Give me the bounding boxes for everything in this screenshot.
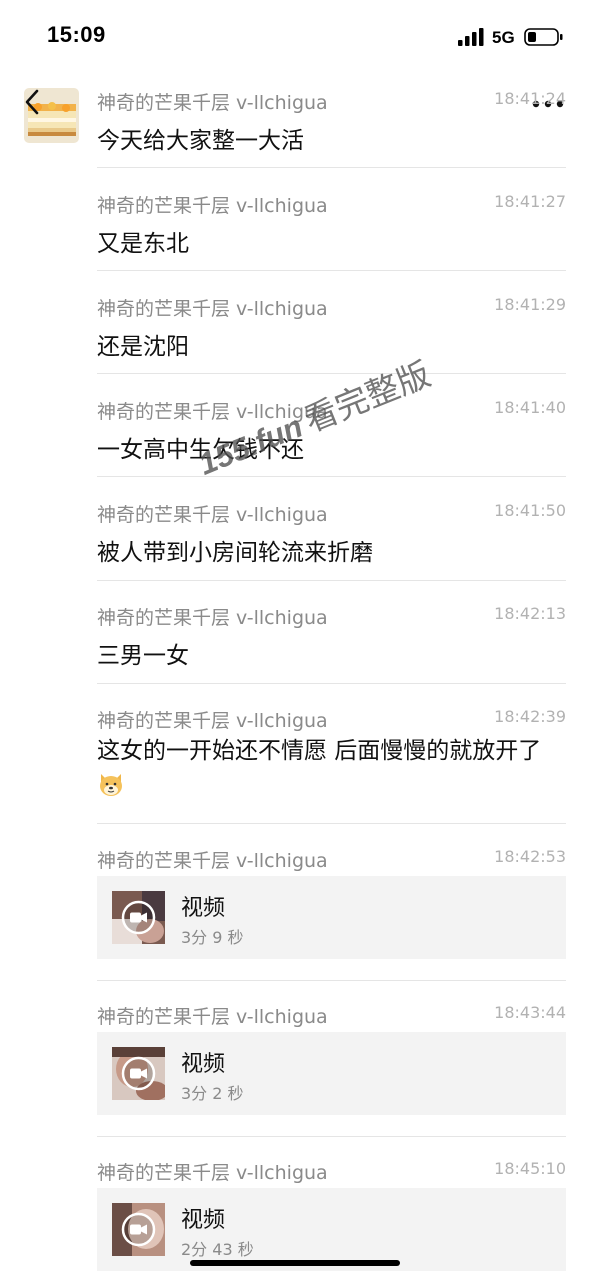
message-timestamp: 18:41:27 [494,192,566,211]
video-message-card[interactable]: 视频 2分 43 秒 [97,1188,566,1271]
status-bar: 15:09 5G [0,0,591,76]
video-message-card[interactable]: 视频 3分 2 秒 [97,1032,566,1115]
message-text: 还是沈阳 [97,334,189,360]
message-divider [97,167,566,168]
video-title: 视频 [181,1208,226,1233]
message-divider [97,823,566,824]
message-sender: 神奇的芒果千层 v-llchigua [97,504,328,526]
home-indicator[interactable] [190,1260,400,1266]
message-item[interactable]: 神奇的芒果千层 v-llchigua 18:41:40 一女高中生欠钱不还 [97,397,566,467]
status-time: 15:09 [47,22,106,47]
message-divider [97,270,566,271]
video-title: 视频 [181,896,226,921]
message-divider [97,476,566,477]
message-item[interactable]: 神奇的芒果千层 v-llchigua 18:41:50 被人带到小房间轮流来折磨 [97,500,566,570]
message-sender: 神奇的芒果千层 v-llchigua [97,607,328,629]
chevron-left-icon[interactable] [22,88,42,116]
message-timestamp: 18:41:40 [494,398,566,417]
message-item[interactable]: 神奇的芒果千层 v-llchigua 18:42:39 这女的一开始还不情愿 后… [97,706,566,814]
battery-low-icon [524,28,563,46]
message-sender: 神奇的芒果千层 v-llchigua [97,298,328,320]
message-item[interactable]: 神奇的芒果千层 v-llchigua 18:41:24 今天给大家整一大活 [97,88,566,158]
video-title: 视频 [181,1052,226,1077]
video-duration: 3分 2 秒 [181,1084,244,1103]
message-divider [97,1136,566,1137]
message-timestamp: 18:42:53 [494,847,566,866]
video-duration: 3分 9 秒 [181,928,244,947]
message-timestamp: 18:42:39 [494,707,566,726]
message-text: 又是东北 [97,231,189,257]
message-text: 这女的一开始还不情愿 后面慢慢的就放开了 [97,734,559,804]
message-text: 被人带到小房间轮流来折磨 [97,540,373,566]
video-play-icon [121,1056,156,1091]
video-thumbnail [112,1203,165,1256]
message-timestamp: 18:41:50 [494,501,566,520]
message-timestamp: 18:41:24 [494,89,566,108]
message-divider [97,980,566,981]
message-text: 三男一女 [97,643,189,669]
message-sender: 神奇的芒果千层 v-llchigua [97,850,328,872]
video-play-icon [121,1212,156,1247]
video-duration: 2分 43 秒 [181,1240,254,1259]
message-sender: 神奇的芒果千层 v-llchigua [97,401,328,423]
network-type: 5G [492,28,515,47]
message-divider [97,683,566,684]
message-text: 今天给大家整一大活 [97,128,304,154]
doge-emoji-icon [100,774,122,796]
message-sender: 神奇的芒果千层 v-llchigua [97,1006,328,1028]
message-timestamp: 18:41:29 [494,295,566,314]
message-sender: 神奇的芒果千层 v-llchigua [97,195,328,217]
message-item[interactable]: 神奇的芒果千层 v-llchigua 18:42:13 三男一女 [97,603,566,673]
message-timestamp: 18:45:10 [494,1159,566,1178]
message-divider [97,580,566,581]
message-item[interactable]: 神奇的芒果千层 v-llchigua 18:41:27 又是东北 [97,191,566,261]
message-item[interactable]: 神奇的芒果千层 v-llchigua 18:41:29 还是沈阳 [97,294,566,364]
message-divider [97,373,566,374]
video-thumbnail [112,1047,165,1100]
message-item[interactable]: 神奇的芒果千层 v-llchigua 18:43:44 视频 3分 2 秒 [97,1002,566,1132]
message-sender: 神奇的芒果千层 v-llchigua [97,710,328,732]
video-message-card[interactable]: 视频 3分 9 秒 [97,876,566,959]
message-text: 一女高中生欠钱不还 [97,437,304,463]
message-sender: 神奇的芒果千层 v-llchigua [97,1162,328,1184]
message-text-content: 这女的一开始还不情愿 后面慢慢的就放开了 [97,738,542,764]
message-timestamp: 18:43:44 [494,1003,566,1022]
message-item[interactable]: 神奇的芒果千层 v-llchigua 18:42:53 视频 3分 9 秒 [97,846,566,976]
video-play-icon [121,900,156,935]
message-timestamp: 18:42:13 [494,604,566,623]
video-thumbnail [112,891,165,944]
cellular-signal-icon [458,28,484,46]
message-sender: 神奇的芒果千层 v-llchigua [97,92,328,114]
